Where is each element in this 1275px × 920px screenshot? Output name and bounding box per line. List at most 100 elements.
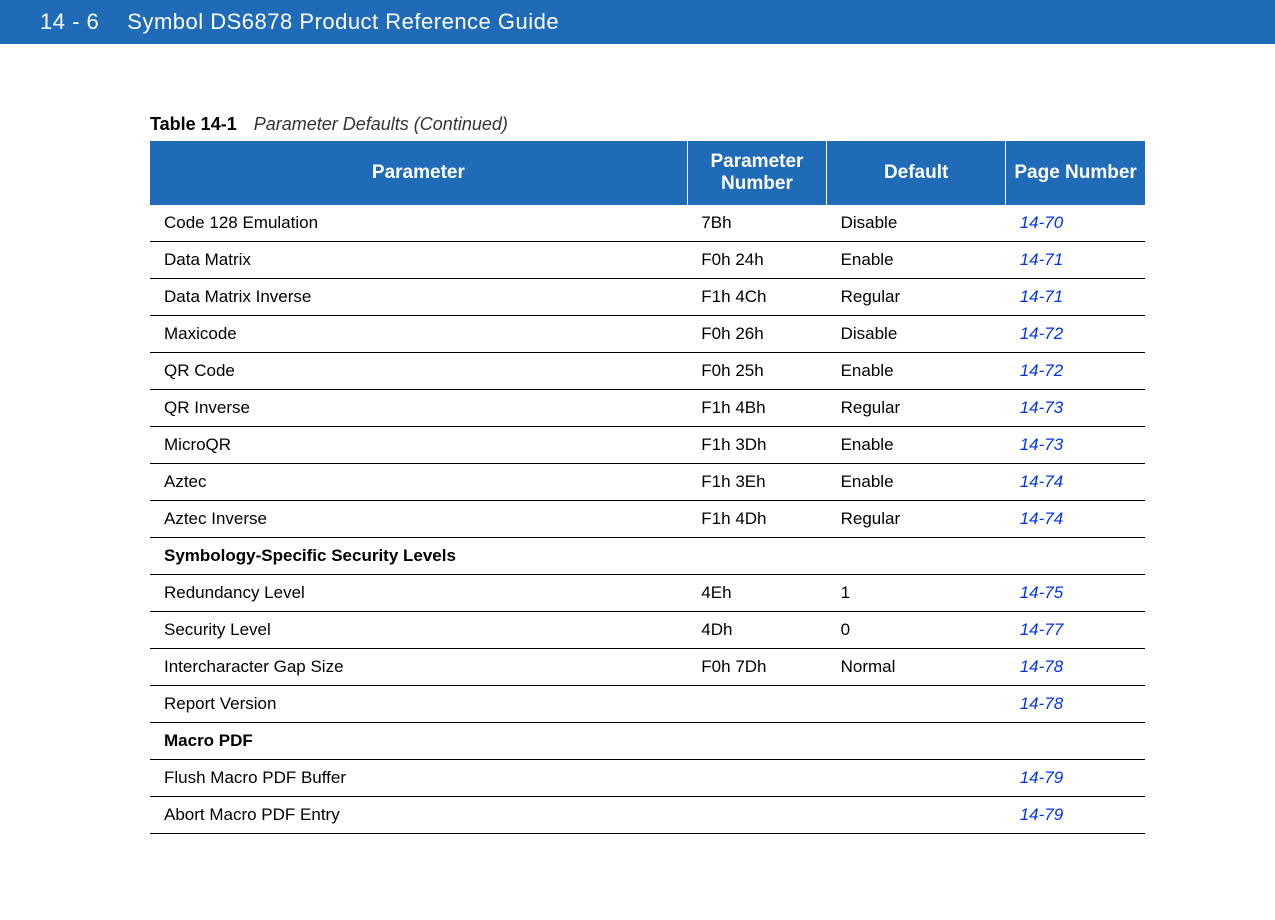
cell-parameter: Intercharacter Gap Size <box>150 649 687 686</box>
table-row: QR InverseF1h 4BhRegular14-73 <box>150 390 1145 427</box>
table-row: MicroQRF1h 3DhEnable 14-73 <box>150 427 1145 464</box>
table-row: Intercharacter Gap SizeF0h 7DhNormal 14-7… <box>150 649 1145 686</box>
cell-page-number: 14-72 <box>1006 316 1145 353</box>
page-link[interactable]: 14-74 <box>1020 472 1063 491</box>
table-row: AztecF1h 3EhEnable 14-74 <box>150 464 1145 501</box>
page-link[interactable]: 14-78 <box>1020 657 1063 676</box>
cell-default: 1 <box>827 575 1006 612</box>
cell-page-number: 14-75 <box>1006 575 1145 612</box>
cell-default: Enable <box>827 353 1006 390</box>
table-row: Security Level4Dh014-77 <box>150 612 1145 649</box>
page-link[interactable]: 14-79 <box>1020 805 1063 824</box>
cell-page-number: 14-71 <box>1006 279 1145 316</box>
cell-parameter-number: F0h 7Dh <box>687 649 826 686</box>
cell-page-number: 14-78 <box>1006 649 1145 686</box>
cell-default: Regular <box>827 390 1006 427</box>
cell-parameter: Data Matrix Inverse <box>150 279 687 316</box>
page-content: Table 14-1 Parameter Defaults (Continued… <box>0 44 1275 874</box>
page-link[interactable]: 14-73 <box>1020 398 1063 417</box>
cell-parameter: Aztec <box>150 464 687 501</box>
table-row: Flush Macro PDF Buffer 14-79 <box>150 760 1145 797</box>
cell-default: Enable <box>827 242 1006 279</box>
cell-default: Regular <box>827 279 1006 316</box>
document-title: Symbol DS6878 Product Reference Guide <box>127 9 559 35</box>
cell-default <box>827 797 1006 834</box>
cell-parameter-number <box>687 686 826 723</box>
page-link[interactable]: 14-79 <box>1020 768 1063 787</box>
table-row: Data Matrix InverseF1h 4ChRegular 14-71 <box>150 279 1145 316</box>
page-link[interactable]: 14-72 <box>1020 324 1063 343</box>
cell-default: Enable <box>827 427 1006 464</box>
table-section-row: Macro PDF <box>150 723 1145 760</box>
page-header: 14 - 6 Symbol DS6878 Product Reference G… <box>0 0 1275 44</box>
table-row: MaxicodeF0h 26hDisable14-72 <box>150 316 1145 353</box>
cell-page-number: 14-72 <box>1006 353 1145 390</box>
page-link[interactable]: 14-74 <box>1020 509 1063 528</box>
cell-parameter: Report Version <box>150 686 687 723</box>
page-link[interactable]: 14-71 <box>1020 250 1063 269</box>
col-header-default: Default <box>827 141 1006 205</box>
table-header-row: Parameter Parameter Number Default Page … <box>150 141 1145 205</box>
page-link[interactable]: 14-77 <box>1020 620 1063 639</box>
cell-parameter-number: 4Eh <box>687 575 826 612</box>
section-heading: Macro PDF <box>150 723 1145 760</box>
cell-page-number: 14-79 <box>1006 760 1145 797</box>
cell-parameter-number: F1h 4Dh <box>687 501 826 538</box>
cell-parameter: Aztec Inverse <box>150 501 687 538</box>
table-caption: Table 14-1 Parameter Defaults (Continued… <box>150 114 1145 135</box>
page-link[interactable]: 14-73 <box>1020 435 1063 454</box>
cell-parameter: Code 128 Emulation <box>150 205 687 242</box>
col-header-page-number: Page Number <box>1006 141 1145 205</box>
cell-parameter-number: F0h 25h <box>687 353 826 390</box>
cell-parameter-number: F0h 26h <box>687 316 826 353</box>
cell-page-number: 14-73 <box>1006 427 1145 464</box>
cell-parameter-number: F1h 3Dh <box>687 427 826 464</box>
cell-default: Normal <box>827 649 1006 686</box>
page-link[interactable]: 14-70 <box>1020 213 1063 232</box>
col-header-parameter: Parameter <box>150 141 687 205</box>
cell-default: Enable <box>827 464 1006 501</box>
table-label: Table 14-1 <box>150 114 237 134</box>
table-row: Report Version 14-78 <box>150 686 1145 723</box>
cell-parameter-number: F1h 4Bh <box>687 390 826 427</box>
cell-default: Disable <box>827 205 1006 242</box>
cell-parameter-number <box>687 797 826 834</box>
cell-default: Regular <box>827 501 1006 538</box>
section-heading: Symbology-Specific Security Levels <box>150 538 1145 575</box>
cell-parameter: Abort Macro PDF Entry <box>150 797 687 834</box>
cell-parameter: Flush Macro PDF Buffer <box>150 760 687 797</box>
page-link[interactable]: 14-78 <box>1020 694 1063 713</box>
cell-parameter: Redundancy Level <box>150 575 687 612</box>
table-title: Parameter Defaults (Continued) <box>254 114 508 134</box>
page-link[interactable]: 14-72 <box>1020 361 1063 380</box>
cell-page-number: 14-71 <box>1006 242 1145 279</box>
cell-page-number: 14-70 <box>1006 205 1145 242</box>
cell-parameter: Data Matrix <box>150 242 687 279</box>
page-link[interactable]: 14-71 <box>1020 287 1063 306</box>
cell-parameter: MicroQR <box>150 427 687 464</box>
cell-page-number: 14-79 <box>1006 797 1145 834</box>
cell-page-number: 14-78 <box>1006 686 1145 723</box>
parameter-defaults-table: Parameter Parameter Number Default Page … <box>150 141 1145 834</box>
cell-parameter-number: 7Bh <box>687 205 826 242</box>
cell-default <box>827 760 1006 797</box>
table-row: Code 128 Emulation7BhDisable 14-70 <box>150 205 1145 242</box>
cell-page-number: 14-74 <box>1006 464 1145 501</box>
cell-parameter: QR Code <box>150 353 687 390</box>
cell-parameter: Security Level <box>150 612 687 649</box>
page-number: 14 - 6 <box>40 9 99 35</box>
table-section-row: Symbology-Specific Security Levels <box>150 538 1145 575</box>
table-row: Aztec InverseF1h 4DhRegular 14-74 <box>150 501 1145 538</box>
table-row: Redundancy Level4Eh1 14-75 <box>150 575 1145 612</box>
cell-parameter-number: F1h 3Eh <box>687 464 826 501</box>
table-row: Data MatrixF0h 24hEnable 14-71 <box>150 242 1145 279</box>
cell-page-number: 14-77 <box>1006 612 1145 649</box>
cell-parameter-number <box>687 760 826 797</box>
cell-default: Disable <box>827 316 1006 353</box>
col-header-parameter-number: Parameter Number <box>687 141 826 205</box>
cell-page-number: 14-74 <box>1006 501 1145 538</box>
page-link[interactable]: 14-75 <box>1020 583 1063 602</box>
cell-parameter-number: F1h 4Ch <box>687 279 826 316</box>
cell-parameter-number: F0h 24h <box>687 242 826 279</box>
cell-default <box>827 686 1006 723</box>
